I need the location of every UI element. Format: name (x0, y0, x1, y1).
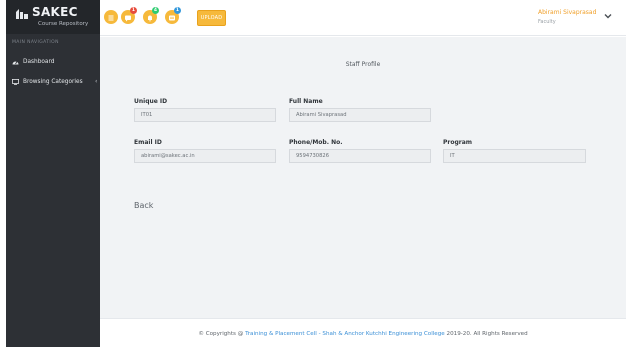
unique-id-label: Unique ID (134, 98, 168, 105)
back-button[interactable]: Back (134, 201, 153, 210)
page-title: Staff Profile (345, 61, 381, 68)
upload-button[interactable]: UPLOAD (197, 10, 226, 26)
sidebar-item-label: Browsing Categories (23, 79, 83, 85)
dashboard-icon (12, 61, 19, 65)
program-label: Program (443, 139, 473, 146)
footer-suffix: 2019-20. All Rights Reserved (446, 331, 528, 337)
user-role: Faculty (538, 19, 556, 25)
full-name-label: Full Name (289, 98, 323, 105)
main-content: Staff Profile Unique ID IT01 Full Name A… (100, 37, 626, 318)
top-bar: 1 4 1 UPLOAD Abirami Sivaprasad Faculty (100, 0, 626, 36)
hamburger-icon (108, 15, 114, 21)
footer-prefix: © Copyrights @ (198, 331, 244, 337)
sidebar-item-label: Dashboard (23, 59, 55, 65)
notification-badge: 1 (174, 7, 181, 14)
email-label: Email ID (134, 139, 162, 146)
menu-toggle-button[interactable] (104, 10, 118, 24)
brand-name: SAKEC (32, 5, 78, 19)
email-field[interactable]: abirami@sakec.ac.in (134, 149, 276, 163)
sidebar-item-dashboard[interactable]: Dashboard (12, 57, 98, 67)
user-name[interactable]: Abirami Sivaprasad (538, 9, 596, 16)
footer: © Copyrights @ Training & Placement Cell… (100, 318, 626, 347)
footer-copyright: © Copyrights @ Training & Placement Cell… (100, 331, 626, 337)
notification-badge: 4 (152, 7, 159, 14)
footer-link[interactable]: Training & Placement Cell - Shah & Ancho… (245, 331, 445, 337)
unique-id-field[interactable]: IT01 (134, 108, 276, 122)
brand[interactable]: SAKEC Course Repository (6, 0, 100, 34)
building-logo-icon (16, 9, 28, 19)
nav-heading: MAIN NAVIGATION (12, 40, 59, 45)
phone-label: Phone/Mob. No. (289, 139, 343, 146)
sidebar-item-browsing-categories[interactable]: Browsing Categories ‹ (12, 77, 98, 87)
notification-badge: 1 (130, 7, 137, 14)
chevron-left-icon: ‹ (95, 78, 98, 85)
phone-field[interactable]: 9594730826 (289, 149, 431, 163)
program-field[interactable]: IT (443, 149, 586, 163)
chevron-down-icon[interactable] (603, 11, 613, 21)
brand-tagline: Course Repository (38, 21, 89, 27)
monitor-icon (12, 79, 19, 85)
sidebar: SAKEC Course Repository MAIN NAVIGATION … (6, 0, 100, 347)
full-name-field[interactable]: Abirami Sivaprasad (289, 108, 431, 122)
